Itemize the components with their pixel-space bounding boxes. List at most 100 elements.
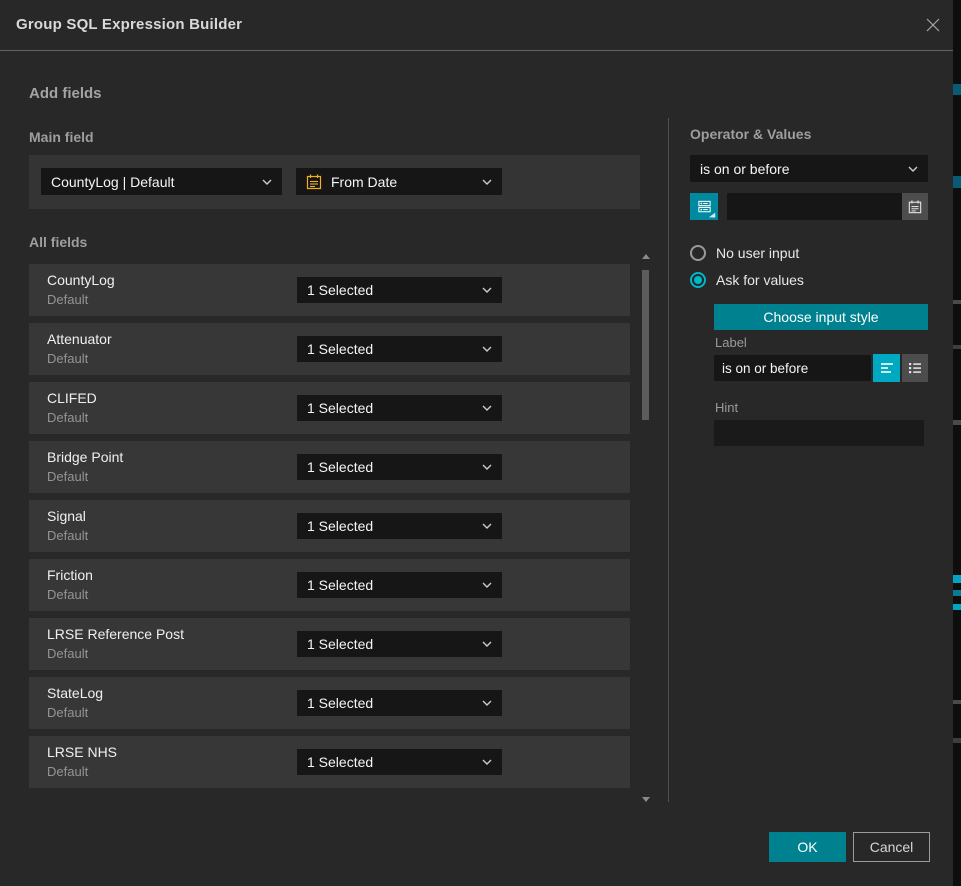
background-app-strip [953,0,961,886]
single-line-style-button[interactable] [873,354,900,382]
scrollbar-down-arrow[interactable] [642,797,650,802]
background-fragment [953,420,961,425]
field-name: CountyLog [47,272,115,288]
radio-no-user-input[interactable]: No user input [690,245,799,261]
field-name: StateLog [47,685,103,701]
chevron-down-icon [482,523,492,529]
selected-count: 1 Selected [307,400,476,416]
selected-count: 1 Selected [307,341,476,357]
close-icon[interactable] [924,16,944,36]
field-name: Signal [47,508,86,524]
field-name: LRSE NHS [47,744,117,760]
ok-button[interactable]: OK [769,832,846,862]
dialog-title: Group SQL Expression Builder [16,16,242,33]
label-input[interactable] [714,355,871,381]
calendar-icon [908,200,922,214]
field-subtitle: Default [47,646,88,661]
radio-no-user-input-label: No user input [716,245,799,261]
field-subtitle: Default [47,764,88,779]
add-fields-heading: Add fields [29,85,102,102]
background-fragment [953,345,961,349]
main-field-box: CountyLog | Default From Date [29,155,640,209]
field-row: CLIFED Default 1 Selected [29,382,630,434]
field-values-select[interactable]: 1 Selected [297,336,502,362]
selected-count: 1 Selected [307,754,476,770]
field-values-select[interactable]: 1 Selected [297,454,502,480]
field-subtitle: Default [47,292,88,307]
hint-label: Hint [715,400,738,415]
field-values-select[interactable]: 1 Selected [297,631,502,657]
field-name: Attenuator [47,331,112,347]
field-values-select[interactable]: 1 Selected [297,395,502,421]
field-values-select[interactable]: 1 Selected [297,690,502,716]
column-divider [668,118,669,802]
field-subtitle: Default [47,469,88,484]
group-sql-expression-builder-dialog: Group SQL Expression Builder Add fields … [0,0,953,886]
background-fragment [953,300,961,304]
dialog-titlebar: Group SQL Expression Builder [0,0,953,51]
selected-count: 1 Selected [307,459,476,475]
selected-count: 1 Selected [307,577,476,593]
chevron-down-icon [262,179,272,185]
background-fragment [953,84,961,95]
dataset-select[interactable]: CountyLog | Default [41,168,282,195]
field-row: LRSE Reference Post Default 1 Selected [29,618,630,670]
field-name: Bridge Point [47,449,123,465]
field-row: Bridge Point Default 1 Selected [29,441,630,493]
field-subtitle: Default [47,528,88,543]
field-values-select[interactable]: 1 Selected [297,277,502,303]
main-field-label: Main field [29,129,94,145]
chevron-down-icon [482,405,492,411]
chevron-down-icon [482,700,492,706]
field-name: LRSE Reference Post [47,626,184,642]
choose-input-style-button[interactable]: Choose input style [714,304,928,330]
field-row: Signal Default 1 Selected [29,500,630,552]
list-icon [908,361,922,375]
field-values-select[interactable]: 1 Selected [297,749,502,775]
calendar-icon [306,174,322,190]
chevron-down-icon [482,464,492,470]
operator-values-heading: Operator & Values [690,126,811,142]
radio-circle-icon [690,245,706,261]
field-subtitle: Default [47,351,88,366]
align-left-icon [880,361,894,375]
selected-count: 1 Selected [307,518,476,534]
selected-count: 1 Selected [307,282,476,298]
operator-select[interactable]: is on or before [690,155,928,182]
scrollbar-thumb[interactable] [642,270,649,420]
list-style-button[interactable] [902,354,928,382]
date-picker-button[interactable] [902,193,928,220]
field-row: Friction Default 1 Selected [29,559,630,611]
dataset-select-value: CountyLog | Default [51,174,256,190]
radio-ask-for-values-label: Ask for values [716,272,804,288]
cancel-button[interactable]: Cancel [853,832,930,862]
label-label: Label [715,335,747,350]
field-name: CLIFED [47,390,97,406]
chevron-down-icon [482,641,492,647]
selected-count: 1 Selected [307,636,476,652]
scrollbar[interactable] [640,252,651,804]
value-source-button[interactable] [690,193,718,220]
chevron-down-icon [908,166,918,172]
chevron-down-icon [482,759,492,765]
all-fields-list: CountyLog Default 1 Selected Attenuator … [29,264,630,795]
field-subtitle: Default [47,587,88,602]
field-values-select[interactable]: 1 Selected [297,572,502,598]
scrollbar-up-arrow[interactable] [642,254,650,259]
all-fields-label: All fields [29,234,87,250]
main-field-select[interactable]: From Date [296,168,502,195]
background-fragment [953,575,961,583]
background-fragment [953,738,961,743]
selected-count: 1 Selected [307,695,476,711]
field-values-select[interactable]: 1 Selected [297,513,502,539]
value-input[interactable] [727,193,902,220]
button-dropdown-indicator [709,213,715,218]
radio-circle-checked-icon [690,272,706,288]
background-fragment [953,604,961,610]
main-field-select-value: From Date [331,174,476,190]
background-fragment [953,590,961,596]
background-fragment [953,700,961,704]
radio-ask-for-values[interactable]: Ask for values [690,272,804,288]
hint-input[interactable] [714,420,924,446]
field-name: Friction [47,567,93,583]
